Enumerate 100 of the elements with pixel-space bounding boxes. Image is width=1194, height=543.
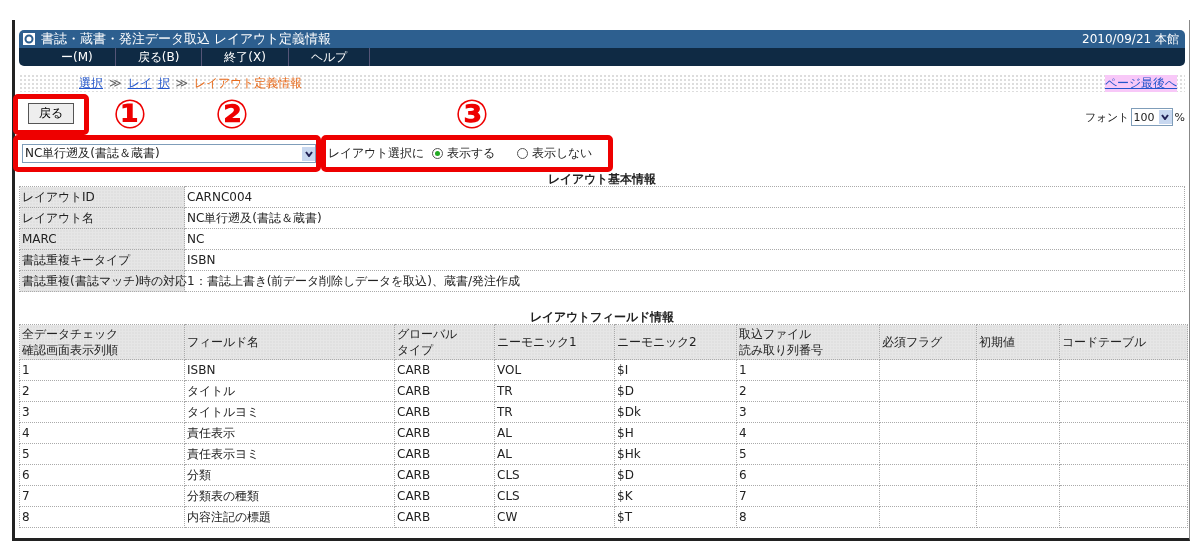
table-cell: CARB [394, 422, 495, 444]
table-cell: $Dk [614, 401, 737, 423]
table-cell: AL [494, 422, 615, 444]
menu-item[interactable]: ヘルプ [288, 48, 370, 66]
table-cell: 分類 [184, 464, 395, 486]
table-cell: $I [614, 359, 737, 381]
table-cell: CARB [394, 359, 495, 381]
table-cell: 責任表示ヨミ [184, 443, 395, 465]
table-cell: $K [614, 485, 737, 507]
menu-item[interactable]: 終了(X) [202, 48, 289, 66]
table-cell: $H [614, 422, 737, 444]
table-cell: CARB [394, 443, 495, 465]
table-cell: $T [614, 506, 737, 528]
field-label: 書誌重複キータイプ [19, 249, 185, 271]
table-cell: 1 [19, 359, 185, 381]
column-header: ニーモニック2 [617, 334, 697, 350]
field-value: ISBN [184, 249, 1185, 271]
column-header: ニーモニック1 [497, 334, 577, 350]
field-label: 書誌重複(書誌マッチ)時の対応 [19, 270, 185, 292]
dropdown-icon [304, 150, 313, 157]
table-cell: 4 [736, 422, 880, 444]
font-size-select[interactable]: 100 [1130, 108, 1173, 126]
table-cell: 内容注記の標題 [184, 506, 395, 528]
table-cell: 3 [19, 401, 185, 423]
table-cell: 7 [19, 485, 185, 507]
column-header: タイプ [397, 342, 433, 358]
table-cell: 8 [19, 506, 185, 528]
menu-item[interactable]: ー(M) [39, 48, 116, 66]
table-cell: CARB [394, 401, 495, 423]
breadcrumb-current: レイアウト定義情報 [194, 74, 303, 92]
table-cell: CARB [394, 464, 495, 486]
table-cell: 7 [736, 485, 880, 507]
breadcrumb-separator: ≫ [109, 76, 122, 90]
section-title: レイアウトフィールド情報 [529, 310, 675, 324]
table-cell: CARB [394, 485, 495, 507]
menu-item[interactable]: 戻る(B) [115, 48, 203, 66]
layout-select[interactable]: NC単行遡及(書誌＆蔵書) [22, 144, 316, 163]
percent-unit: % [1174, 110, 1185, 124]
table-cell: 分類表の種類 [184, 485, 395, 507]
breadcrumb-separator: ≫ [175, 76, 189, 90]
table-cell: $Hk [614, 443, 737, 465]
column-header: 初期値 [979, 334, 1015, 350]
table-cell: 4 [19, 422, 185, 444]
table-cell: AL [494, 443, 615, 465]
column-header: 確認画面表示列順 [22, 342, 118, 358]
breadcrumb-link[interactable]: 選択 [79, 74, 103, 92]
column-header: 取込ファイル [739, 326, 811, 342]
field-value: CARNC004 [184, 186, 1185, 208]
radio-option[interactable]: 表示しない [517, 145, 592, 162]
annotation-number: ③ [455, 94, 489, 134]
column-header: 全データチェック [22, 326, 118, 342]
table-cell: CW [494, 506, 615, 528]
field-label: MARC [19, 228, 185, 250]
date-location: 2010/09/21 本館 [1082, 30, 1179, 48]
radio-option[interactable]: 表示する [432, 145, 495, 162]
table-cell: 1 [736, 359, 880, 381]
display-option-label: レイアウト選択に [328, 145, 424, 162]
table-cell: 責任表示 [184, 422, 395, 444]
table-cell: 6 [19, 464, 185, 486]
back-button[interactable]: 戻る [28, 103, 74, 124]
field-value: NC単行遡及(書誌＆蔵書) [184, 207, 1185, 229]
table-cell: TR [494, 401, 615, 423]
column-header: 読み取り列番号 [739, 342, 823, 358]
table-cell: 3 [736, 401, 880, 423]
table-cell: TR [494, 380, 615, 402]
column-header: 必須フラグ [882, 334, 942, 350]
page-end-link[interactable]: ページ最後へ [1105, 74, 1177, 92]
table-cell: タイトルヨミ [184, 401, 395, 423]
annotation-number: ② [215, 94, 249, 134]
table-cell: 2 [19, 380, 185, 402]
table-cell: VOL [494, 359, 615, 381]
table-cell: CLS [494, 485, 615, 507]
table-cell: $D [614, 464, 737, 486]
app-logo-icon [23, 33, 35, 45]
table-cell: CARB [394, 506, 495, 528]
table-cell: CARB [394, 380, 495, 402]
field-label: レイアウト名 [19, 207, 185, 229]
table-cell: $D [614, 380, 737, 402]
table-cell: 2 [736, 380, 880, 402]
breadcrumb-link[interactable]: 択 [157, 74, 170, 92]
breadcrumb-link[interactable]: レイ [127, 74, 152, 92]
field-value: NC [184, 228, 1185, 250]
section-title: レイアウト基本情報 [547, 172, 657, 186]
column-header: コードテーブル [1062, 334, 1146, 350]
column-header: フィールド名 [187, 334, 259, 350]
table-cell: 5 [19, 443, 185, 465]
annotation-number: ① [113, 94, 147, 134]
radio-button[interactable] [432, 148, 443, 159]
table-cell: CLS [494, 464, 615, 486]
radio-button[interactable] [517, 148, 528, 159]
table-cell: 8 [736, 506, 880, 528]
window-title: 書誌・蔵書・発注データ取込 レイアウト定義情報 [41, 30, 332, 48]
table-cell: タイトル [184, 380, 395, 402]
dropdown-icon [1161, 114, 1170, 120]
column-header: グローバル [397, 326, 457, 342]
table-cell: 6 [736, 464, 880, 486]
font-label: フォント [1084, 109, 1129, 125]
table-cell: ISBN [184, 359, 395, 381]
field-label: レイアウトID [19, 186, 185, 208]
table-cell: 5 [736, 443, 880, 465]
